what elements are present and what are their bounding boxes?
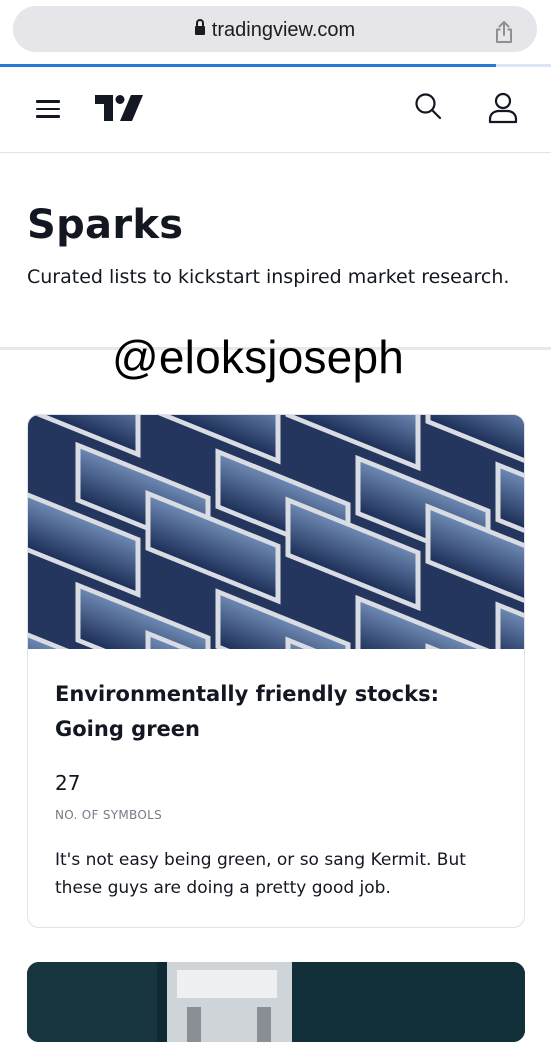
share-icon[interactable] (495, 21, 513, 43)
hamburger-icon[interactable] (36, 100, 60, 118)
user-icon[interactable] (487, 92, 519, 124)
symbol-count: 27 (55, 771, 81, 795)
symbol-count-label: NO. OF SYMBOLS (55, 808, 162, 822)
spark-card-next[interactable] (27, 962, 525, 1042)
browser-bar: tradingview.com (0, 0, 551, 64)
search-icon[interactable] (414, 92, 442, 120)
username-watermark: @eloksjoseph (112, 331, 405, 383)
card-title[interactable]: Environmentally friendly stocks: Going g… (55, 677, 505, 747)
site-header (0, 67, 551, 153)
spark-card[interactable]: Environmentally friendly stocks: Going g… (27, 414, 525, 928)
card-cover-image (28, 415, 524, 649)
url-text: tradingview.com (211, 19, 356, 41)
page-subtitle: Curated lists to kickstart inspired mark… (27, 266, 510, 288)
tradingview-logo[interactable] (95, 95, 143, 121)
card-cover-image (27, 962, 525, 1042)
address-bar[interactable]: tradingview.com (13, 6, 537, 52)
card-description: It's not easy being green, or so sang Ke… (55, 850, 466, 898)
lock-icon (194, 19, 205, 35)
url-display[interactable]: tradingview.com (13, 19, 537, 42)
page-title: Sparks (27, 202, 184, 248)
